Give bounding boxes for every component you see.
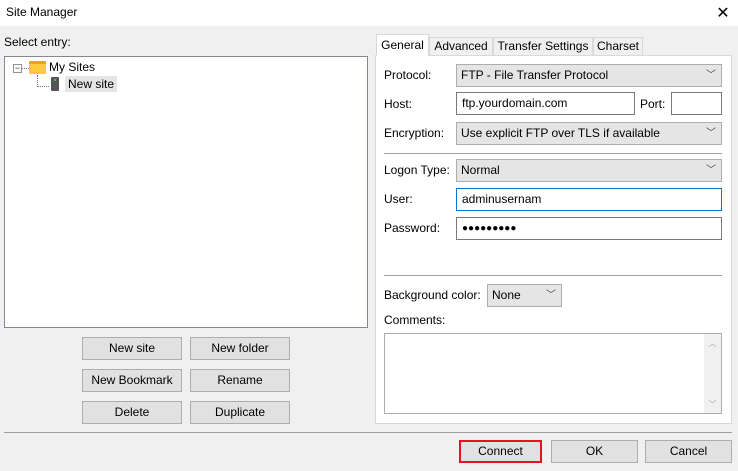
user-input[interactable]: adminusernam	[456, 188, 722, 211]
user-label: User:	[384, 192, 413, 206]
encryption-label: Encryption:	[384, 126, 445, 140]
tree-item-my-sites[interactable]: My Sites	[49, 60, 95, 74]
tab-transfer-settings[interactable]: Transfer Settings	[493, 37, 593, 55]
connect-button[interactable]: Connect	[459, 440, 542, 463]
new-folder-button[interactable]: New folder	[190, 337, 290, 360]
port-label: Port:	[640, 97, 666, 111]
protocol-label: Protocol:	[384, 68, 432, 82]
divider	[384, 153, 722, 154]
logon-type-label: Logon Type:	[384, 163, 450, 177]
cancel-button[interactable]: Cancel	[645, 440, 732, 463]
tree-item-new-site[interactable]: New site	[65, 76, 118, 92]
chevron-down-icon: ﹀	[706, 70, 716, 81]
logon-type-select[interactable]: Normal ﹀	[456, 159, 722, 182]
chevron-down-icon: ﹀	[706, 165, 716, 176]
rename-button[interactable]: Rename	[190, 369, 290, 392]
host-label: Host:	[384, 97, 413, 111]
chevron-down-icon: ﹀	[546, 290, 556, 301]
select-entry-label: Select entry:	[4, 35, 71, 49]
protocol-value: FTP - File Transfer Protocol	[461, 68, 609, 82]
footer-divider	[4, 432, 732, 433]
tree-line	[22, 68, 29, 69]
scroll-down-icon[interactable]: ﹀	[704, 399, 721, 410]
chevron-down-icon: ﹀	[706, 128, 716, 139]
background-color-value: None	[492, 288, 521, 302]
collapse-icon[interactable]: −	[13, 64, 22, 73]
folder-icon	[29, 61, 46, 74]
site-tree[interactable]: − My Sites New site	[4, 56, 368, 328]
background-color-label: Background color:	[384, 288, 481, 302]
encryption-select[interactable]: Use explicit FTP over TLS if available ﹀	[456, 122, 722, 145]
tree-line	[37, 86, 49, 87]
scroll-up-icon[interactable]: ︿	[704, 338, 721, 349]
server-icon	[51, 77, 59, 91]
comments-label: Comments:	[384, 313, 446, 327]
tab-charset[interactable]: Charset	[593, 37, 643, 55]
encryption-value: Use explicit FTP over TLS if available	[461, 126, 660, 140]
scrollbar[interactable]: ︿ ﹀	[704, 334, 721, 413]
background-color-select[interactable]: None ﹀	[487, 284, 562, 307]
host-input[interactable]: ftp.yourdomain.com	[456, 92, 635, 115]
protocol-select[interactable]: FTP - File Transfer Protocol ﹀	[456, 64, 722, 87]
password-label: Password:	[384, 221, 441, 235]
tab-advanced[interactable]: Advanced	[429, 37, 493, 55]
duplicate-button[interactable]: Duplicate	[190, 401, 290, 424]
password-input[interactable]: ●●●●●●●●●	[456, 217, 722, 240]
logon-type-value: Normal	[461, 163, 500, 177]
new-site-button[interactable]: New site	[82, 337, 182, 360]
new-bookmark-button[interactable]: New Bookmark	[82, 369, 182, 392]
close-icon[interactable]: ✕	[716, 3, 730, 23]
port-input[interactable]	[671, 92, 722, 115]
ok-button[interactable]: OK	[551, 440, 638, 463]
delete-button[interactable]: Delete	[82, 401, 182, 424]
window-title: Site Manager	[6, 5, 78, 19]
comments-textarea[interactable]: ︿ ﹀	[384, 333, 722, 414]
tab-general[interactable]: General	[376, 34, 429, 56]
divider	[384, 275, 722, 276]
title-bar	[0, 0, 738, 26]
